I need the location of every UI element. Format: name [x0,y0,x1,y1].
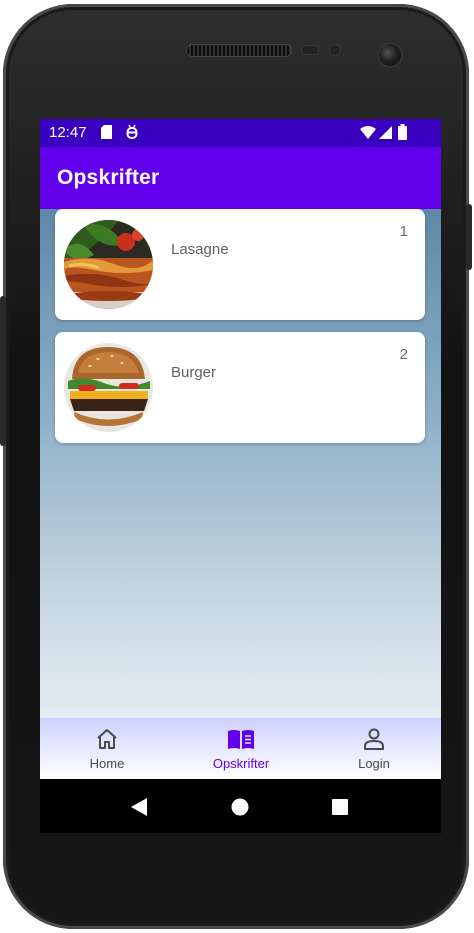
status-bar: 12:47 [40,119,441,147]
volume-button [0,296,6,446]
app-bar: Opskrifter [40,147,441,209]
nav-label-home: Home [89,756,125,771]
screen: 12:47 Opskrifter Lasagne 1 Burger 2 Home… [40,119,441,833]
recipe-name: Lasagne [171,241,229,258]
cell-signal-icon [379,126,392,144]
phone-frame: 12:47 Opskrifter Lasagne 1 Burger 2 Home… [0,4,472,929]
recipe-name: Burger [171,364,217,381]
earpiece-speaker [186,44,292,57]
recents-icon[interactable] [332,799,348,820]
home-icon [95,728,119,750]
bottom-navigation: Home Opskrifter Login [40,718,441,779]
nav-opskrifter[interactable]: Opskrifter [174,718,308,779]
page-title: Opskrifter [57,166,160,189]
battery-icon [398,124,407,145]
home-circle-icon[interactable] [231,798,249,821]
nav-label-login: Login [358,756,390,771]
proximity-sensor [301,45,319,55]
recipe-card-lasagne[interactable]: Lasagne 1 [55,209,425,320]
lasagne-photo [64,220,153,309]
nav-login[interactable]: Login [307,718,441,779]
wifi-icon [360,126,376,144]
back-icon[interactable] [131,798,147,821]
power-button [466,204,472,270]
usb-debug-icon [126,124,138,144]
nav-home[interactable]: Home [40,718,174,779]
front-camera [377,42,403,68]
status-time: 12:47 [49,124,87,141]
recipe-number: 2 [399,346,408,363]
person-icon [362,728,386,750]
recipe-list[interactable]: Lasagne 1 Burger 2 [40,209,441,718]
system-navigation-bar [40,779,441,833]
burger-photo [64,343,153,432]
light-sensor [329,44,341,56]
recipe-card-burger[interactable]: Burger 2 [55,332,425,443]
sd-card-icon [101,125,112,144]
nav-label-opskrifter: Opskrifter [212,756,270,771]
recipe-number: 1 [399,223,408,240]
book-icon [227,728,255,750]
